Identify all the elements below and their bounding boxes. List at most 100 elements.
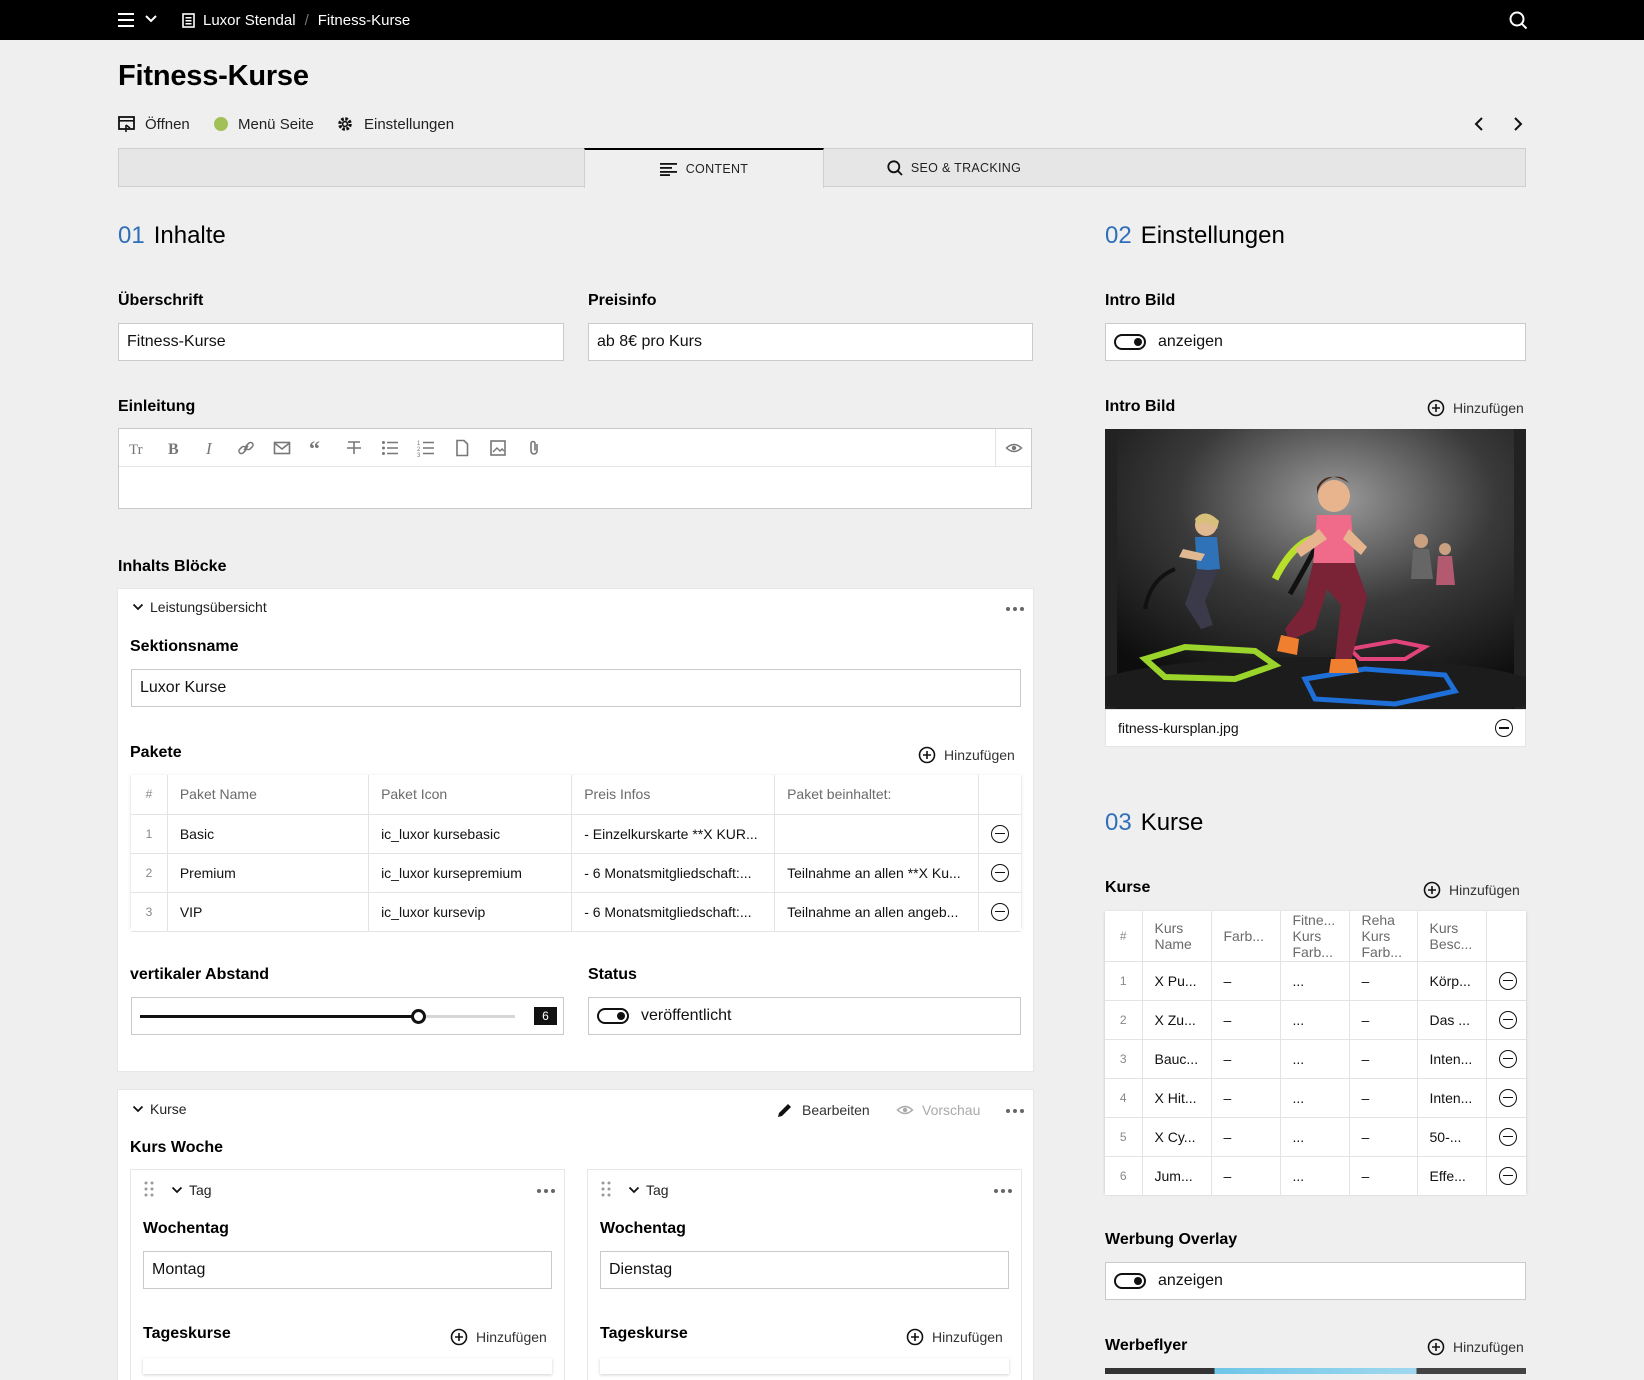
table-cell[interactable]: X Hit... [1142,1078,1212,1118]
breadcrumb-page[interactable]: Fitness-Kurse [318,12,411,29]
minus-circle-icon[interactable] [990,863,1009,882]
tab-content[interactable]: CONTENT [584,148,824,188]
tageskurse-add-button[interactable]: Hinzufügen [450,1328,547,1346]
table-cell[interactable]: ... [1280,1039,1350,1079]
menu-icon[interactable] [118,12,136,28]
italic-icon[interactable]: I [201,439,219,457]
einleitung-editor[interactable]: Tr B I “ 123 [118,428,1032,509]
more-options-icon[interactable] [537,1189,555,1193]
table-cell[interactable]: – [1349,1000,1418,1040]
link-icon[interactable] [237,439,255,457]
table-cell[interactable]: Das ... [1417,1000,1487,1040]
minus-circle-icon[interactable] [1498,1127,1517,1146]
table-cell[interactable]: ... [1280,961,1350,1001]
table-cell[interactable]: - Einzelkurskarte **X KUR... [571,814,776,854]
sektionsname-input[interactable]: Luxor Kurse [131,669,1021,707]
table-cell[interactable]: – [1211,1039,1281,1079]
table-cell[interactable]: Effe... [1417,1156,1487,1196]
table-cell[interactable]: Jum... [1142,1156,1212,1196]
table-cell[interactable]: Bauc... [1142,1039,1212,1079]
minus-circle-icon[interactable] [1498,971,1517,990]
table-cell[interactable]: – [1349,1117,1418,1157]
vertikaler-abstand-slider[interactable]: 6 [131,997,564,1035]
table-row[interactable]: 1 X Pu... – ... – Körp... [1105,961,1526,1001]
bullet-list-icon[interactable] [381,439,399,457]
table-cell[interactable]: Premium [167,853,370,893]
preisinfo-input[interactable]: ab 8€ pro Kurs [588,323,1033,361]
day-card-header[interactable]: Tag [171,1182,212,1198]
table-row[interactable]: 3 VIP ic_luxor kursevip - 6 Monatsmitgli… [131,892,1021,932]
table-cell[interactable] [774,814,979,854]
heading-icon[interactable]: Tr [129,439,147,457]
search-icon[interactable] [1509,11,1528,30]
ueberschrift-input[interactable]: Fitness-Kurse [118,323,564,361]
werbung-overlay-toggle[interactable]: anzeigen [1105,1262,1526,1300]
menu-page-button[interactable]: Menü Seite [214,112,314,136]
table-cell[interactable]: VIP [167,892,370,932]
table-cell[interactable]: Teilnahme an allen **X Ku... [774,853,979,893]
pakete-add-button[interactable]: Hinzufügen [918,746,1015,764]
table-row[interactable]: 3 Bauc... – ... – Inten... [1105,1039,1526,1079]
edit-button[interactable]: Bearbeiten [776,1101,870,1119]
eye-icon[interactable] [1005,439,1023,457]
table-cell[interactable]: X Cy... [1142,1117,1212,1157]
table-row[interactable]: 1 Basic ic_luxor kursebasic - Einzelkurs… [131,814,1021,854]
block-header[interactable]: Kurse [132,1101,187,1117]
kurse-add-button[interactable]: Hinzufügen [1423,881,1520,899]
tageskurse-add-button[interactable]: Hinzufügen [906,1328,1003,1346]
table-cell[interactable]: – [1211,1000,1281,1040]
table-row[interactable]: 4 X Hit... – ... – Inten... [1105,1078,1526,1118]
tab-seo-tracking[interactable]: SEO & TRACKING [824,148,1084,187]
attachment-icon[interactable] [525,439,543,457]
next-page-icon[interactable] [1511,115,1525,133]
minus-circle-icon[interactable] [1498,1088,1517,1107]
table-row[interactable]: 2 X Zu... – ... – Das ... [1105,1000,1526,1040]
bold-icon[interactable]: B [165,439,183,457]
table-row[interactable]: 5 X Cy... – ... – 50-... [1105,1117,1526,1157]
table-cell[interactable]: - 6 Monatsmitgliedschaft:... [571,853,776,893]
email-icon[interactable] [273,439,291,457]
table-cell[interactable]: Basic [167,814,370,854]
wochentag-input[interactable]: Montag [143,1251,552,1289]
day-card-header[interactable]: Tag [628,1182,669,1198]
table-cell[interactable]: – [1349,1078,1418,1118]
minus-circle-icon[interactable] [1498,1166,1517,1185]
minus-circle-icon[interactable] [990,902,1009,921]
strikethrough-icon[interactable] [345,439,363,457]
werbeflyer-add-button[interactable]: Hinzufügen [1427,1338,1524,1356]
quote-icon[interactable]: “ [309,439,327,457]
table-cell[interactable]: ... [1280,1000,1350,1040]
werbeflyer-image-preview[interactable] [1105,1368,1526,1374]
table-cell[interactable]: - 6 Monatsmitgliedschaft:... [571,892,776,932]
table-cell[interactable]: – [1211,1156,1281,1196]
file-icon[interactable] [453,439,471,457]
wochentag-input[interactable]: Dienstag [600,1251,1009,1289]
settings-button[interactable]: Einstellungen [336,112,454,136]
table-row[interactable]: 6 Jum... – ... – Effe... [1105,1156,1526,1196]
minus-circle-icon[interactable] [1498,1049,1517,1068]
previous-page-icon[interactable] [1472,115,1486,133]
table-cell[interactable]: ... [1280,1117,1350,1157]
numbered-list-icon[interactable]: 123 [417,439,435,457]
intro-image-preview[interactable] [1105,429,1526,710]
minus-circle-icon[interactable] [1495,719,1513,737]
table-cell[interactable]: ... [1280,1156,1350,1196]
table-cell[interactable]: ic_luxor kursebasic [368,814,573,854]
slider-handle[interactable] [410,1009,426,1024]
table-cell[interactable]: 50-... [1417,1117,1487,1157]
table-cell[interactable]: – [1211,1078,1281,1118]
table-row[interactable]: 2 Premium ic_luxor kursepremium - 6 Mona… [131,853,1021,893]
breadcrumb-site[interactable]: Luxor Stendal [203,12,296,29]
status-toggle[interactable]: veröffentlicht [588,997,1021,1035]
chevron-down-icon[interactable] [145,14,157,24]
open-button[interactable]: Öffnen [118,112,190,136]
table-cell[interactable]: – [1211,1117,1281,1157]
table-cell[interactable]: – [1349,961,1418,1001]
table-cell[interactable]: Teilnahme an allen angeb... [774,892,979,932]
preview-button[interactable]: Vorschau [896,1101,980,1119]
table-cell[interactable]: Inten... [1417,1039,1487,1079]
more-options-icon[interactable] [1006,607,1024,611]
table-cell[interactable]: – [1349,1039,1418,1079]
drag-handle-icon[interactable] [144,1181,154,1197]
table-cell[interactable]: Körp... [1417,961,1487,1001]
